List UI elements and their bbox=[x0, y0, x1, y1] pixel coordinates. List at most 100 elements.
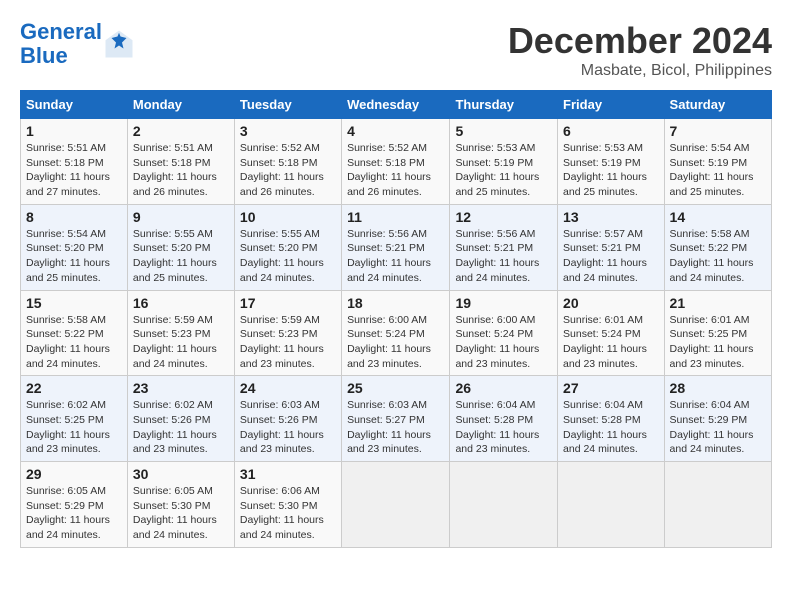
day-detail: Sunrise: 6:05 AMSunset: 5:30 PMDaylight:… bbox=[133, 485, 217, 541]
day-number: 9 bbox=[133, 209, 229, 225]
day-number: 27 bbox=[563, 380, 659, 396]
day-detail: Sunrise: 5:54 AMSunset: 5:20 PMDaylight:… bbox=[26, 228, 110, 284]
day-number: 25 bbox=[347, 380, 444, 396]
day-number: 26 bbox=[455, 380, 552, 396]
logo-text: General Blue bbox=[20, 20, 102, 68]
day-number: 23 bbox=[133, 380, 229, 396]
calendar-cell: 4 Sunrise: 5:52 AMSunset: 5:18 PMDayligh… bbox=[342, 119, 450, 205]
calendar-cell: 12 Sunrise: 5:56 AMSunset: 5:21 PMDaylig… bbox=[450, 204, 558, 290]
day-detail: Sunrise: 6:04 AMSunset: 5:28 PMDaylight:… bbox=[563, 399, 647, 455]
location-title: Masbate, Bicol, Philippines bbox=[508, 62, 772, 80]
day-detail: Sunrise: 5:55 AMSunset: 5:20 PMDaylight:… bbox=[240, 228, 324, 284]
day-number: 4 bbox=[347, 123, 444, 139]
calendar-cell: 15 Sunrise: 5:58 AMSunset: 5:22 PMDaylig… bbox=[21, 290, 128, 376]
calendar-cell: 30 Sunrise: 6:05 AMSunset: 5:30 PMDaylig… bbox=[127, 462, 234, 548]
calendar-cell: 2 Sunrise: 5:51 AMSunset: 5:18 PMDayligh… bbox=[127, 119, 234, 205]
day-number: 10 bbox=[240, 209, 336, 225]
weekday-header-tuesday: Tuesday bbox=[234, 91, 341, 119]
day-detail: Sunrise: 6:02 AMSunset: 5:25 PMDaylight:… bbox=[26, 399, 110, 455]
calendar-cell: 16 Sunrise: 5:59 AMSunset: 5:23 PMDaylig… bbox=[127, 290, 234, 376]
day-number: 18 bbox=[347, 295, 444, 311]
day-detail: Sunrise: 6:02 AMSunset: 5:26 PMDaylight:… bbox=[133, 399, 217, 455]
weekday-header-friday: Friday bbox=[558, 91, 665, 119]
calendar-cell: 26 Sunrise: 6:04 AMSunset: 5:28 PMDaylig… bbox=[450, 376, 558, 462]
day-detail: Sunrise: 6:06 AMSunset: 5:30 PMDaylight:… bbox=[240, 485, 324, 541]
calendar-cell: 11 Sunrise: 5:56 AMSunset: 5:21 PMDaylig… bbox=[342, 204, 450, 290]
weekday-header-monday: Monday bbox=[127, 91, 234, 119]
day-number: 29 bbox=[26, 466, 122, 482]
day-number: 22 bbox=[26, 380, 122, 396]
calendar-cell: 20 Sunrise: 6:01 AMSunset: 5:24 PMDaylig… bbox=[558, 290, 665, 376]
calendar-week-row: 22 Sunrise: 6:02 AMSunset: 5:25 PMDaylig… bbox=[21, 376, 772, 462]
weekday-header-wednesday: Wednesday bbox=[342, 91, 450, 119]
day-detail: Sunrise: 5:57 AMSunset: 5:21 PMDaylight:… bbox=[563, 228, 647, 284]
calendar-cell: 21 Sunrise: 6:01 AMSunset: 5:25 PMDaylig… bbox=[664, 290, 771, 376]
day-detail: Sunrise: 6:01 AMSunset: 5:24 PMDaylight:… bbox=[563, 314, 647, 370]
calendar-week-row: 29 Sunrise: 6:05 AMSunset: 5:29 PMDaylig… bbox=[21, 462, 772, 548]
calendar-cell: 17 Sunrise: 5:59 AMSunset: 5:23 PMDaylig… bbox=[234, 290, 341, 376]
logo-icon bbox=[104, 29, 134, 59]
day-number: 21 bbox=[670, 295, 766, 311]
page-header: General Blue December 2024 Masbate, Bico… bbox=[20, 20, 772, 80]
day-number: 11 bbox=[347, 209, 444, 225]
day-number: 1 bbox=[26, 123, 122, 139]
day-detail: Sunrise: 5:51 AMSunset: 5:18 PMDaylight:… bbox=[133, 142, 217, 198]
calendar-cell: 25 Sunrise: 6:03 AMSunset: 5:27 PMDaylig… bbox=[342, 376, 450, 462]
day-number: 7 bbox=[670, 123, 766, 139]
month-title: December 2024 bbox=[508, 20, 772, 62]
calendar-cell: 31 Sunrise: 6:06 AMSunset: 5:30 PMDaylig… bbox=[234, 462, 341, 548]
calendar-cell: 27 Sunrise: 6:04 AMSunset: 5:28 PMDaylig… bbox=[558, 376, 665, 462]
day-number: 24 bbox=[240, 380, 336, 396]
day-detail: Sunrise: 6:04 AMSunset: 5:29 PMDaylight:… bbox=[670, 399, 754, 455]
calendar-table: SundayMondayTuesdayWednesdayThursdayFrid… bbox=[20, 90, 772, 548]
day-detail: Sunrise: 5:55 AMSunset: 5:20 PMDaylight:… bbox=[133, 228, 217, 284]
weekday-header-row: SundayMondayTuesdayWednesdayThursdayFrid… bbox=[21, 91, 772, 119]
day-number: 20 bbox=[563, 295, 659, 311]
day-number: 6 bbox=[563, 123, 659, 139]
day-detail: Sunrise: 5:53 AMSunset: 5:19 PMDaylight:… bbox=[563, 142, 647, 198]
day-number: 17 bbox=[240, 295, 336, 311]
day-number: 14 bbox=[670, 209, 766, 225]
calendar-week-row: 8 Sunrise: 5:54 AMSunset: 5:20 PMDayligh… bbox=[21, 204, 772, 290]
day-detail: Sunrise: 5:59 AMSunset: 5:23 PMDaylight:… bbox=[133, 314, 217, 370]
day-detail: Sunrise: 6:01 AMSunset: 5:25 PMDaylight:… bbox=[670, 314, 754, 370]
day-detail: Sunrise: 6:03 AMSunset: 5:27 PMDaylight:… bbox=[347, 399, 431, 455]
day-detail: Sunrise: 6:00 AMSunset: 5:24 PMDaylight:… bbox=[455, 314, 539, 370]
calendar-cell: 28 Sunrise: 6:04 AMSunset: 5:29 PMDaylig… bbox=[664, 376, 771, 462]
day-detail: Sunrise: 5:52 AMSunset: 5:18 PMDaylight:… bbox=[347, 142, 431, 198]
calendar-cell: 6 Sunrise: 5:53 AMSunset: 5:19 PMDayligh… bbox=[558, 119, 665, 205]
day-number: 13 bbox=[563, 209, 659, 225]
day-number: 8 bbox=[26, 209, 122, 225]
day-number: 31 bbox=[240, 466, 336, 482]
day-detail: Sunrise: 6:04 AMSunset: 5:28 PMDaylight:… bbox=[455, 399, 539, 455]
day-detail: Sunrise: 5:53 AMSunset: 5:19 PMDaylight:… bbox=[455, 142, 539, 198]
day-detail: Sunrise: 5:51 AMSunset: 5:18 PMDaylight:… bbox=[26, 142, 110, 198]
day-detail: Sunrise: 6:03 AMSunset: 5:26 PMDaylight:… bbox=[240, 399, 324, 455]
calendar-cell: 22 Sunrise: 6:02 AMSunset: 5:25 PMDaylig… bbox=[21, 376, 128, 462]
day-detail: Sunrise: 5:56 AMSunset: 5:21 PMDaylight:… bbox=[455, 228, 539, 284]
calendar-cell: 19 Sunrise: 6:00 AMSunset: 5:24 PMDaylig… bbox=[450, 290, 558, 376]
logo: General Blue bbox=[20, 20, 134, 68]
day-detail: Sunrise: 5:58 AMSunset: 5:22 PMDaylight:… bbox=[670, 228, 754, 284]
calendar-week-row: 15 Sunrise: 5:58 AMSunset: 5:22 PMDaylig… bbox=[21, 290, 772, 376]
day-number: 5 bbox=[455, 123, 552, 139]
calendar-cell: 13 Sunrise: 5:57 AMSunset: 5:21 PMDaylig… bbox=[558, 204, 665, 290]
calendar-cell bbox=[450, 462, 558, 548]
calendar-cell: 14 Sunrise: 5:58 AMSunset: 5:22 PMDaylig… bbox=[664, 204, 771, 290]
weekday-header-sunday: Sunday bbox=[21, 91, 128, 119]
calendar-cell: 29 Sunrise: 6:05 AMSunset: 5:29 PMDaylig… bbox=[21, 462, 128, 548]
calendar-cell: 10 Sunrise: 5:55 AMSunset: 5:20 PMDaylig… bbox=[234, 204, 341, 290]
calendar-cell: 3 Sunrise: 5:52 AMSunset: 5:18 PMDayligh… bbox=[234, 119, 341, 205]
day-detail: Sunrise: 5:54 AMSunset: 5:19 PMDaylight:… bbox=[670, 142, 754, 198]
calendar-cell bbox=[664, 462, 771, 548]
day-detail: Sunrise: 5:56 AMSunset: 5:21 PMDaylight:… bbox=[347, 228, 431, 284]
day-detail: Sunrise: 5:58 AMSunset: 5:22 PMDaylight:… bbox=[26, 314, 110, 370]
title-block: December 2024 Masbate, Bicol, Philippine… bbox=[508, 20, 772, 80]
weekday-header-thursday: Thursday bbox=[450, 91, 558, 119]
day-number: 16 bbox=[133, 295, 229, 311]
day-detail: Sunrise: 5:52 AMSunset: 5:18 PMDaylight:… bbox=[240, 142, 324, 198]
day-number: 19 bbox=[455, 295, 552, 311]
calendar-cell: 23 Sunrise: 6:02 AMSunset: 5:26 PMDaylig… bbox=[127, 376, 234, 462]
day-number: 28 bbox=[670, 380, 766, 396]
day-number: 12 bbox=[455, 209, 552, 225]
